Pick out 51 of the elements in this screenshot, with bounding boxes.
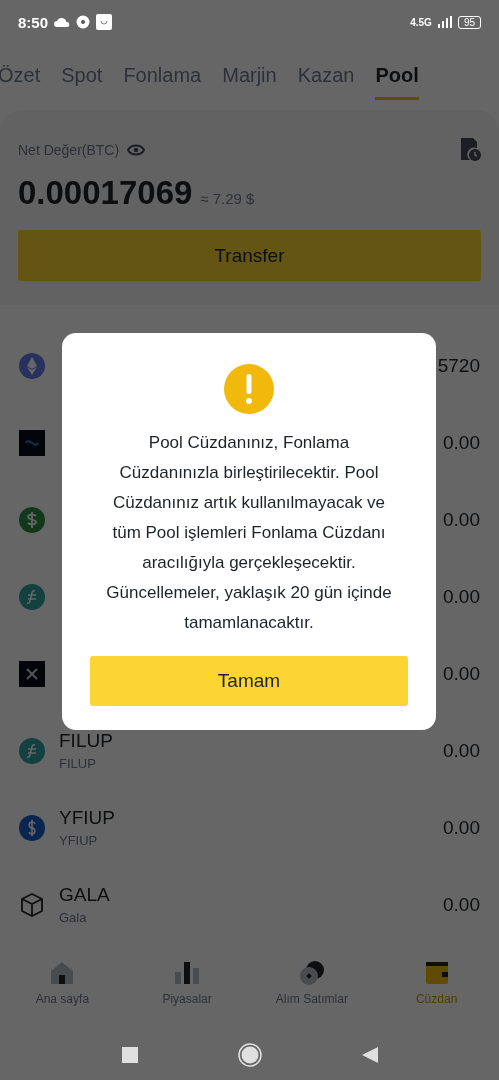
coin-amount: 0.00 [443, 585, 480, 608]
coin-amount: 0.00 [443, 893, 480, 916]
coins-icon [298, 960, 325, 986]
coin-amount: 0.00 [443, 662, 480, 685]
coin-icon [19, 737, 45, 764]
x-coin-icon [19, 660, 45, 687]
wallet-tab[interactable]: Fonlama [123, 54, 202, 100]
nav-item[interactable]: Cüzdan [381, 960, 492, 1030]
bag-icon [96, 14, 113, 30]
coin-icon [19, 583, 45, 610]
coin-amount: 0.00 [443, 739, 480, 762]
nav-item[interactable]: Alım Satımlar [256, 960, 367, 1030]
recents-icon[interactable] [121, 1047, 138, 1063]
eye-icon[interactable] [127, 144, 146, 156]
nav-item[interactable]: Ana sayfa [7, 960, 118, 1030]
coin-amount: 0.00 [443, 508, 480, 531]
wallet-tab[interactable]: Kazan [297, 54, 355, 100]
house-icon [49, 960, 76, 986]
coin-amount: 0.00 [443, 431, 480, 454]
dollar-coin-icon [19, 506, 45, 533]
cube-icon [19, 891, 45, 918]
ok-button[interactable]: Tamam [90, 656, 408, 706]
coin-name: YFIUP [59, 833, 99, 848]
coin-name: FILUP [59, 756, 97, 771]
warning-icon [224, 364, 274, 414]
dialog-message: Pool Cüzdanınız, Fonlama Cüzdanınızla birleştirilecektir. Pool Cüzdanınız artık kullanılmayacak ve tüm Pool işlemleri Fonlama Cüzdanı aracılığıyla gerçekleşecektir. Güncellemeler, yaklaşık 20 gün içinde tamamlanacaktır. [105, 432, 393, 634]
wallet-icon [423, 960, 450, 986]
wallet-tab[interactable]: Pool [375, 54, 419, 100]
wallet-tab[interactable]: Spot [61, 54, 103, 100]
bar-chart-icon [174, 960, 201, 986]
nav-item[interactable]: Piyasalar [132, 960, 243, 1030]
cloud-icon [54, 17, 71, 27]
network-label: 4.5G [410, 16, 432, 28]
status-time: 8:50 [18, 13, 49, 31]
coin-icon [19, 814, 45, 841]
coin-symbol: YFIUP [59, 807, 116, 829]
coin-name: Gala [59, 910, 88, 925]
back-icon[interactable] [361, 1047, 378, 1063]
coin-amount: 0.00 [443, 816, 480, 839]
history-icon[interactable] [459, 138, 481, 162]
transfer-button[interactable]: Transfer [18, 230, 481, 281]
battery-indicator: 95 [457, 15, 481, 29]
swirl-coin-icon [19, 429, 45, 456]
wallet-tab[interactable]: Marjin [222, 54, 277, 100]
coin-symbol: FILUP [59, 730, 114, 752]
signal-icon [437, 16, 452, 28]
home-icon[interactable] [237, 1043, 262, 1067]
balance-value: 0.00017069 [18, 174, 193, 212]
coin-symbol: GALA [59, 884, 111, 906]
diamond-coin-icon [19, 352, 45, 379]
coin-amount: 5720 [437, 354, 480, 377]
